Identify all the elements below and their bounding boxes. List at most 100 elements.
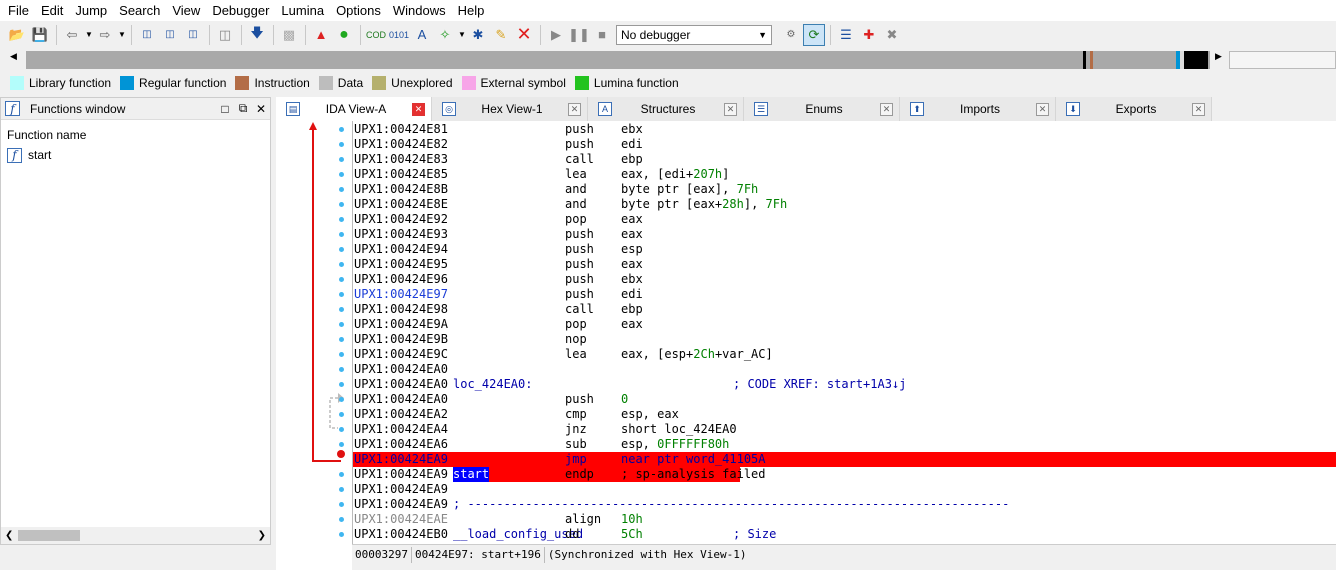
disasm-line[interactable]: UPX1:00424E81 push ebx [353,122,1336,137]
refresh-icon[interactable]: ⟳ [803,23,825,46]
menu-help[interactable]: Help [454,0,493,21]
disasm-line[interactable]: UPX1:00424E85 lea eax, [edi+207h] [353,167,1336,182]
settings-icon[interactable]: ✖ [881,24,903,46]
disasm-line[interactable]: UPX1:00424EB0 __load_config_used dd 5Ch ; Si… [353,527,1336,542]
disasm-line[interactable]: UPX1:00424EA0 push 0 [353,392,1336,407]
disabled-icon[interactable]: ▩ [278,24,300,46]
search-imm-icon[interactable]: ◫ [182,24,204,46]
nav-left-arrow-icon[interactable]: ◀ [10,51,17,62]
menu-view[interactable]: View [168,0,208,21]
disasm-line[interactable]: UPX1:00424EA4 jnz short loc_424EA0 [353,422,1336,437]
menu-debugger[interactable]: Debugger [208,0,277,21]
line-marker-dot[interactable] [339,142,344,147]
struct-icon[interactable]: ✧ [434,24,456,46]
back-icon[interactable]: ⇦ [61,24,83,46]
close-icon[interactable]: ✕ [252,102,270,116]
line-marker-dot[interactable] [339,337,344,342]
tab-close-icon[interactable]: ✕ [412,102,425,116]
scroll-left-icon[interactable]: ❮ [5,530,13,541]
line-marker-dot[interactable] [339,292,344,297]
stop-icon[interactable]: ■ [591,24,613,46]
line-marker-dot[interactable] [339,427,344,432]
disasm-line[interactable]: UPX1:00424E92 pop eax [353,212,1336,227]
line-marker-dot[interactable] [339,442,344,447]
line-marker-dot[interactable] [339,472,344,477]
menu-edit[interactable]: Edit [37,0,71,21]
menu-options[interactable]: Options [332,0,389,21]
tab-close-icon[interactable]: ✕ [1192,102,1205,116]
tab-ida-view-a[interactable]: ▤ IDA View-A ✕ [276,97,432,121]
line-marker-dot[interactable] [339,187,344,192]
function-name-column-header[interactable]: Function name [1,120,270,146]
disasm-line[interactable]: UPX1:00424EA0 [353,362,1336,377]
line-marker-dot[interactable] [339,202,344,207]
menu-file[interactable]: File [4,0,37,21]
disasm-line[interactable]: UPX1:00424E9C lea eax, [esp+2Ch+var_AC] [353,347,1336,362]
disasm-line[interactable]: UPX1:00424E98 call ebp [353,302,1336,317]
forward-dropdown-icon[interactable]: ▼ [117,30,127,39]
nav-right-arrow-icon[interactable]: ▶ [1215,51,1222,62]
save-icon[interactable]: 💾 [29,24,51,46]
disasm-line[interactable]: UPX1:00424E9A pop eax [353,317,1336,332]
disasm-line[interactable]: UPX1:00424E95 push eax [353,257,1336,272]
disasm-line[interactable]: UPX1:00424E94 push esp [353,242,1336,257]
line-marker-dot[interactable] [339,262,344,267]
sync-icon[interactable]: ⚙ [780,24,802,46]
warning-icon[interactable]: ▲ [310,24,332,46]
tab-close-icon[interactable]: ✕ [880,102,893,116]
disasm-line[interactable]: UPX1:00424E83 call ebp [353,152,1336,167]
line-marker-dot[interactable] [339,487,344,492]
list-icon[interactable]: ☰ [835,24,857,46]
horizontal-scrollbar[interactable]: ❮ ❯ [1,527,270,544]
tab-close-icon[interactable]: ✕ [724,102,737,116]
code-icon[interactable]: COD [365,24,387,46]
scroll-right-icon[interactable]: ❯ [258,530,266,541]
green-circle-icon[interactable]: ● [333,24,355,46]
disassembly-listing[interactable]: UPX1:00424E81 push ebx UPX1:00424E82 push edi… [352,121,1336,544]
disasm-line[interactable]: UPX1:00424E8E and byte ptr [eax+28h], 7Fh [353,197,1336,212]
tab-close-icon[interactable]: ✕ [1036,102,1049,116]
jump-down-icon[interactable]: 🡇 [246,24,268,46]
delete-icon[interactable]: ✕ [513,24,535,46]
disasm-line[interactable]: UPX1:00424EA9 [353,482,1336,497]
line-marker-dot[interactable] [339,367,344,372]
line-marker-dot[interactable] [339,502,344,507]
disasm-line[interactable]: UPX1:00424E9B nop [353,332,1336,347]
tab-close-icon[interactable]: ✕ [568,102,581,116]
struct-dropdown-icon[interactable]: ▼ [457,30,467,39]
line-marker-dot[interactable] [339,517,344,522]
restore-icon[interactable]: □ [216,102,234,116]
line-marker-dot[interactable] [339,382,344,387]
scrollbar-thumb[interactable] [18,530,80,541]
function-list-item[interactable]: f start [1,146,270,164]
line-marker-dot[interactable] [339,247,344,252]
line-marker-dot[interactable] [339,172,344,177]
disasm-line[interactable]: UPX1:00424E8B and byte ptr [eax], 7Fh [353,182,1336,197]
data-icon[interactable]: 0101 [388,24,410,46]
patch-icon[interactable]: ✎ [490,24,512,46]
ascii-icon[interactable]: A [411,24,433,46]
disasm-line[interactable]: UPX1:00424EA9 start endp ; sp-analysis fail… [353,467,1336,482]
tab-hex-view-1[interactable]: ◎ Hex View-1 ✕ [432,97,588,121]
disasm-line[interactable]: UPX1:00424E96 push ebx [353,272,1336,287]
disasm-line[interactable]: UPX1:00424EAE align 10h [353,512,1336,527]
code-label[interactable]: __load_config_used [453,527,583,542]
tab-enums[interactable]: ☰ Enums ✕ [744,97,900,121]
line-marker-dot[interactable] [339,232,344,237]
disasm-line[interactable]: UPX1:00424EA6 sub esp, 0FFFFFF80h [353,437,1336,452]
disasm-line[interactable]: UPX1:00424EA9 jmp near ptr word_41105A [353,452,1336,467]
play-icon[interactable]: ▶ [545,24,567,46]
search-binary-icon[interactable]: ◫ [136,24,158,46]
open-file-icon[interactable]: 📂 [6,24,28,46]
menu-lumina[interactable]: Lumina [277,0,332,21]
code-label[interactable]: start [453,467,489,482]
pause-icon[interactable]: ❚❚ [568,24,590,46]
line-marker-dot[interactable] [339,532,344,537]
menu-search[interactable]: Search [115,0,168,21]
forward-icon[interactable]: ⇨ [94,24,116,46]
disasm-line[interactable]: UPX1:00424E82 push edi [353,137,1336,152]
line-marker-dot[interactable] [339,412,344,417]
disasm-line[interactable]: UPX1:00424EA9 ; -------------------------… [353,497,1336,512]
menu-jump[interactable]: Jump [71,0,115,21]
line-marker-dot[interactable] [339,322,344,327]
